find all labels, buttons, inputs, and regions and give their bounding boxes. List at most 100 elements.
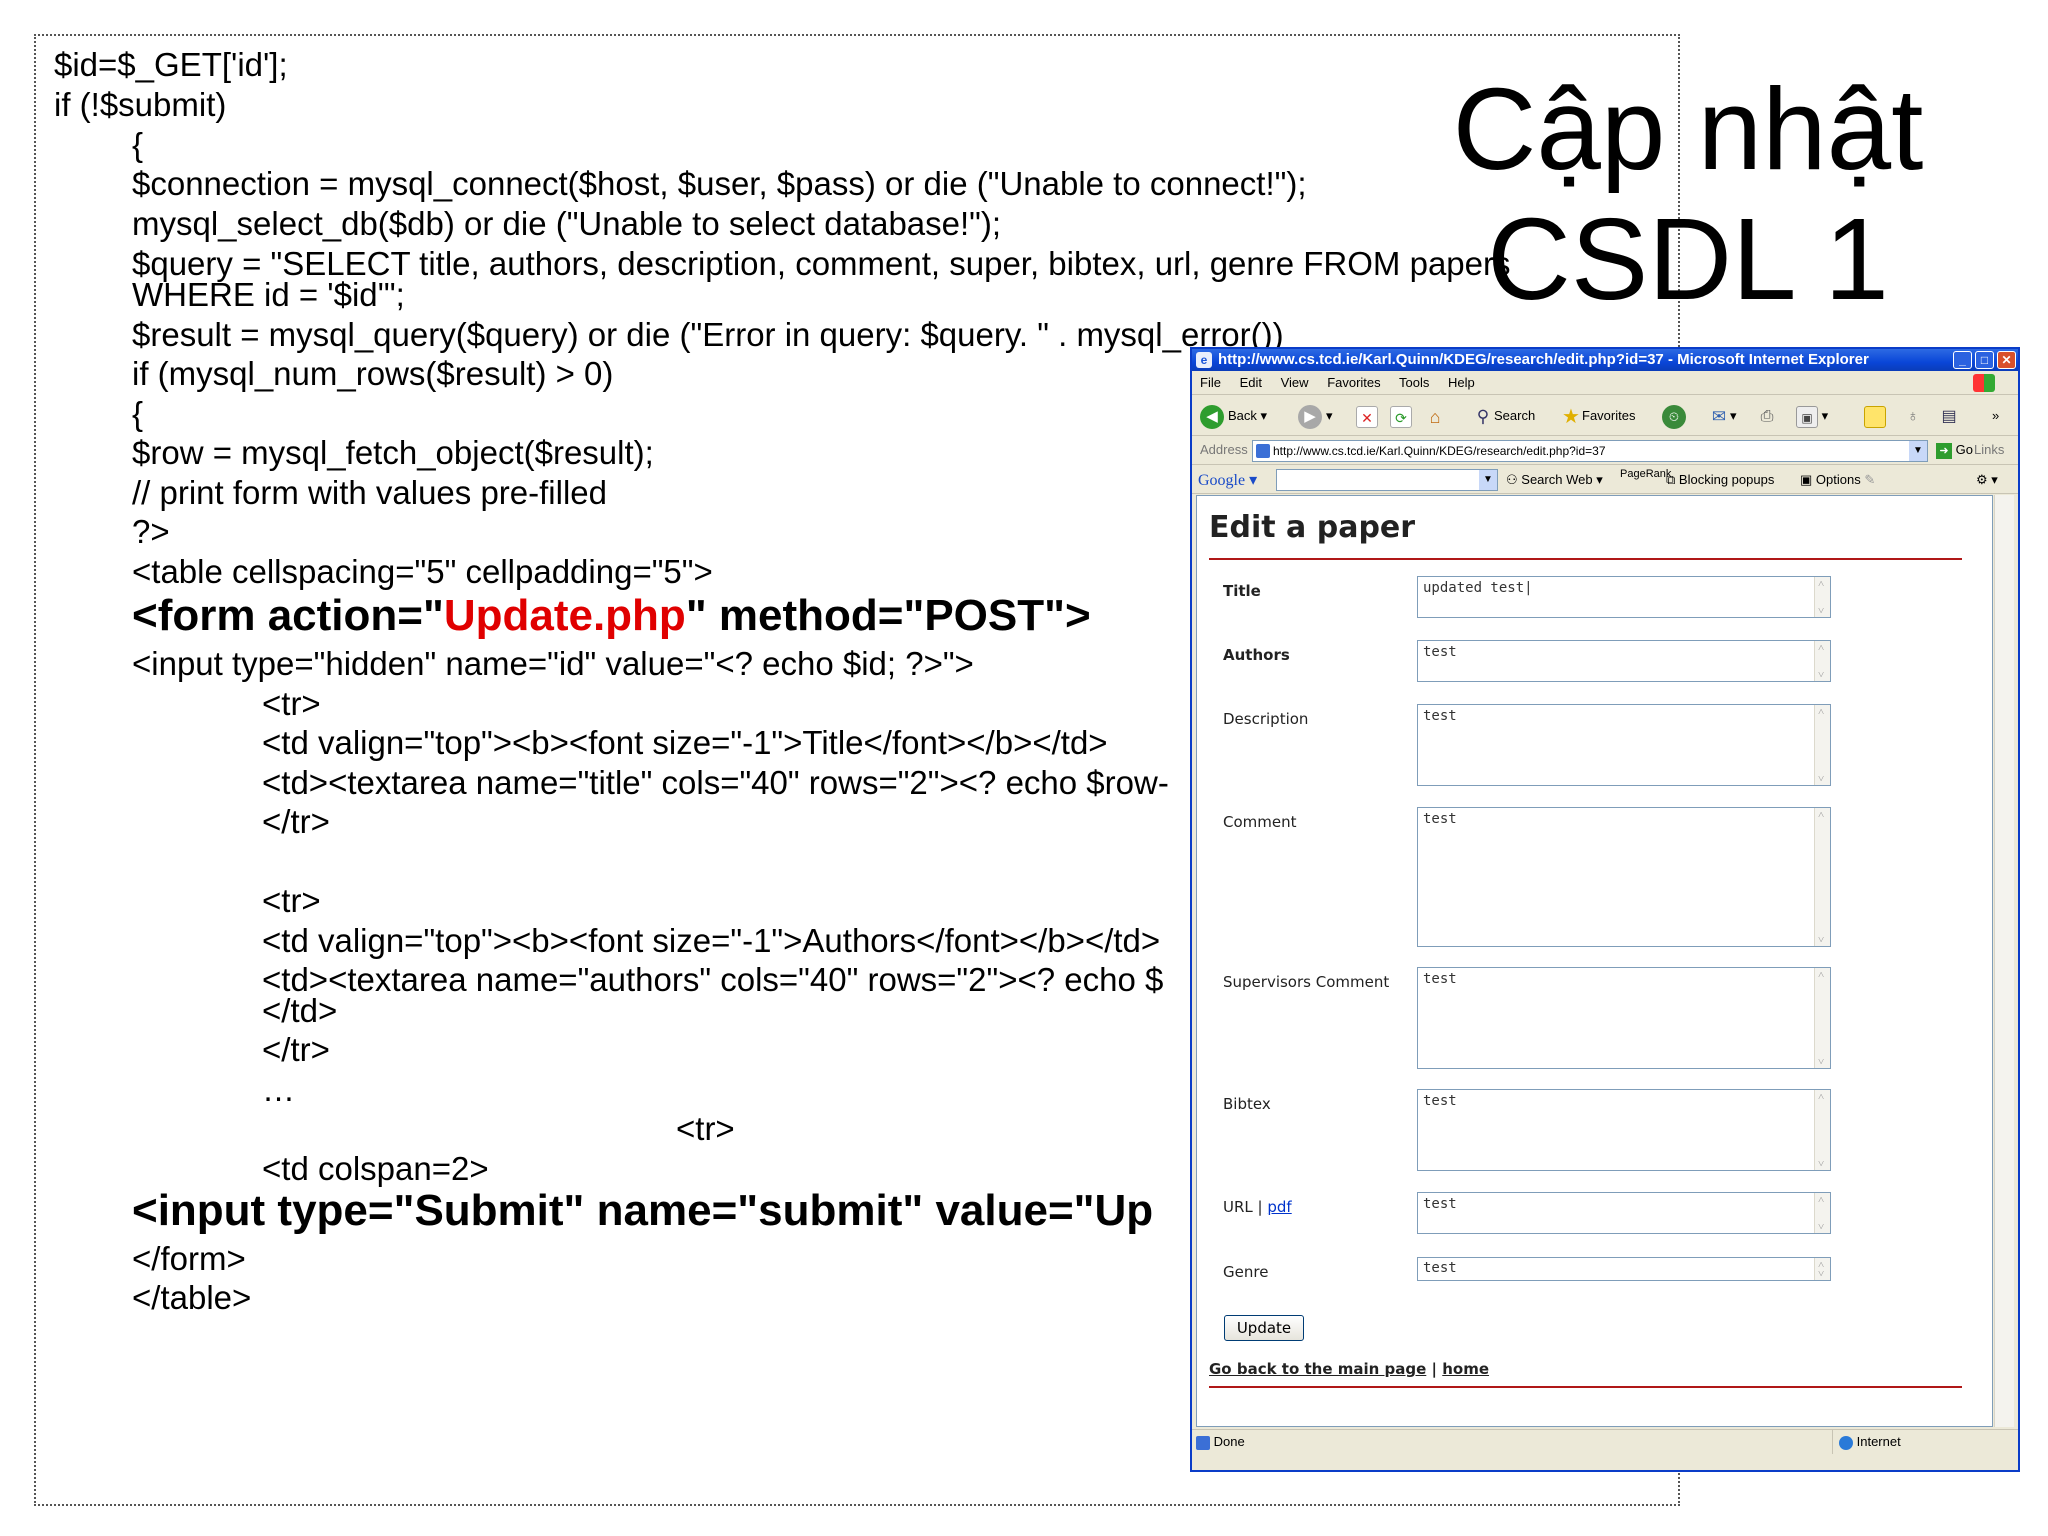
textarea-scrollbar[interactable]	[1814, 577, 1830, 617]
pdf-link[interactable]: pdf	[1267, 1198, 1291, 1216]
search-web-button[interactable]: ⚇ Search Web ▾	[1506, 472, 1603, 488]
comment-textarea[interactable]: test	[1417, 807, 1831, 947]
favorites-button[interactable]: ★ Favorites	[1560, 404, 1635, 428]
status-right: Internet	[1832, 1430, 1901, 1454]
textarea-scrollbar[interactable]	[1814, 1258, 1830, 1280]
go-label: Go	[1955, 442, 1973, 457]
textarea-scrollbar[interactable]	[1814, 641, 1830, 681]
label-supervisors-comment: Supervisors Comment	[1223, 973, 1390, 991]
refresh-button[interactable]: ⟳	[1390, 404, 1412, 428]
footer-links: Go back to the main page | home	[1209, 1360, 1489, 1378]
research-button[interactable]: ▤	[1938, 404, 1960, 428]
authors-value: test	[1423, 644, 1457, 660]
authors-textarea[interactable]: test	[1417, 640, 1831, 682]
status-done: Done	[1213, 1434, 1245, 1449]
code-line: </tr>	[262, 1031, 330, 1068]
research-icon: ▤	[1941, 407, 1957, 425]
code-line: $id=$_GET['id'];	[54, 46, 288, 83]
forward-button[interactable]: ▶ ▾	[1298, 404, 1333, 429]
binoculars-icon: ⚇	[1506, 472, 1518, 487]
code-line: </td>	[262, 992, 338, 1029]
toolbar-overflow-icon[interactable]: »	[1992, 404, 1999, 428]
bibtex-textarea[interactable]: test	[1417, 1089, 1831, 1171]
label-description: Description	[1223, 710, 1309, 728]
popup-blocker-icon: ⧉	[1666, 472, 1676, 487]
textarea-scrollbar[interactable]	[1814, 705, 1830, 785]
textarea-scrollbar[interactable]	[1814, 968, 1830, 1068]
bibtex-value: test	[1423, 1093, 1457, 1109]
browser-title-bar[interactable]: e http://www.cs.tcd.ie/Karl.Quinn/KDEG/r…	[1192, 349, 2018, 371]
supervisors-comment-textarea[interactable]: test	[1417, 967, 1831, 1069]
textarea-scrollbar[interactable]	[1814, 1090, 1830, 1170]
messenger-button[interactable]: ♁	[1902, 404, 1924, 428]
google-logo[interactable]: Google ▾	[1198, 470, 1257, 490]
label-comment: Comment	[1223, 813, 1297, 831]
home-button[interactable]: ⌂	[1424, 404, 1446, 428]
title-textarea[interactable]: updated test|	[1417, 576, 1831, 618]
update-button[interactable]: Update	[1224, 1315, 1304, 1341]
code-line: <td colspan=2>	[262, 1150, 489, 1187]
google-toolbar: Google ▾ ▼ ⚇ Search Web ▾ PageRank ⧉ Blo…	[1192, 466, 2018, 494]
supervisors-comment-value: test	[1423, 971, 1457, 987]
settings-icon: ⚙	[1976, 472, 1988, 487]
discuss-button[interactable]	[1864, 404, 1886, 428]
slide-title-line1: Cập nhật	[1452, 64, 1924, 194]
code-line: <td><textarea name="authors" cols="40" r…	[262, 961, 1164, 998]
label-title: Title	[1223, 582, 1261, 600]
google-search-input[interactable]: ▼	[1276, 469, 1498, 491]
menu-view[interactable]: View	[1281, 375, 1309, 390]
menu-file[interactable]: File	[1200, 375, 1221, 390]
search-button[interactable]: ⚲ Search	[1472, 404, 1535, 428]
mail-button[interactable]: ✉ ▾	[1708, 404, 1737, 428]
stop-button[interactable]: ✕	[1356, 404, 1378, 428]
forward-arrow-icon: ▶	[1298, 404, 1322, 429]
heading-rule	[1209, 558, 1962, 560]
edit-button[interactable]: ▣ ▾	[1796, 404, 1828, 428]
description-textarea[interactable]: test	[1417, 704, 1831, 786]
options-icon: ▣	[1800, 472, 1813, 487]
toolbar-menu-button[interactable]: ⚙ ▾	[1976, 472, 1998, 488]
close-button[interactable]: ✕	[1997, 351, 2016, 369]
menu-tools[interactable]: Tools	[1399, 375, 1429, 390]
code-line: <tr>	[262, 685, 321, 722]
history-button[interactable]: ⏲	[1662, 404, 1690, 429]
code-line: </tr>	[262, 803, 330, 840]
messenger-icon: ♁	[1907, 407, 1919, 425]
print-button[interactable]: ⎙	[1756, 404, 1778, 428]
code-line: </form>	[132, 1240, 246, 1277]
code-line-form-action: <form action="Update.php" method="POST">	[132, 592, 1091, 640]
home-link[interactable]: home	[1442, 1360, 1489, 1378]
back-button[interactable]: ◀ Back ▾	[1200, 404, 1267, 429]
pencil-icon: ✎	[1864, 472, 1876, 487]
code-line: WHERE id = '$id'";	[132, 276, 405, 313]
refresh-icon: ⟳	[1390, 405, 1412, 428]
go-button[interactable]: ➜ Go	[1936, 442, 1973, 459]
blocking-popups-button[interactable]: ⧉ Blocking popups	[1666, 472, 1774, 488]
genre-textarea[interactable]: test	[1417, 1257, 1831, 1281]
print-icon: ⎙	[1760, 407, 1774, 425]
menu-bar: File Edit View Favorites Tools Help	[1192, 371, 2018, 395]
page-scrollbar[interactable]	[1994, 495, 2014, 1427]
code-line: <td valign="top"><b><font size="-1">Titl…	[262, 724, 1108, 761]
url-separator: |	[1257, 1198, 1263, 1216]
options-button[interactable]: ▣ Options ✎	[1800, 472, 1875, 488]
pagerank-label: PageRank	[1620, 468, 1672, 480]
google-logo-text: Google	[1198, 472, 1246, 489]
maximize-button[interactable]: □	[1975, 351, 1994, 369]
menu-favorites[interactable]: Favorites	[1327, 375, 1380, 390]
url-textarea[interactable]: test	[1417, 1192, 1831, 1234]
address-dropdown-icon[interactable]: ▼	[1909, 441, 1927, 461]
edit-icon: ▣	[1796, 405, 1818, 428]
back-to-main-link[interactable]: Go back to the main page	[1209, 1360, 1426, 1378]
code-line: <input type="hidden" name="id" value="<?…	[132, 645, 974, 682]
textarea-scrollbar[interactable]	[1814, 808, 1830, 946]
textarea-scrollbar[interactable]	[1814, 1193, 1830, 1233]
code-line: <tr>	[262, 882, 321, 919]
links-label[interactable]: Links	[1974, 442, 2004, 457]
menu-help[interactable]: Help	[1448, 375, 1475, 390]
mail-icon: ✉	[1711, 406, 1727, 426]
browser-title: http://www.cs.tcd.ie/Karl.Quinn/KDEG/res…	[1218, 351, 1869, 368]
menu-edit[interactable]: Edit	[1240, 375, 1262, 390]
minimize-button[interactable]: _	[1953, 351, 1972, 369]
address-input[interactable]: http://www.cs.tcd.ie/Karl.Quinn/KDEG/res…	[1252, 440, 1928, 462]
